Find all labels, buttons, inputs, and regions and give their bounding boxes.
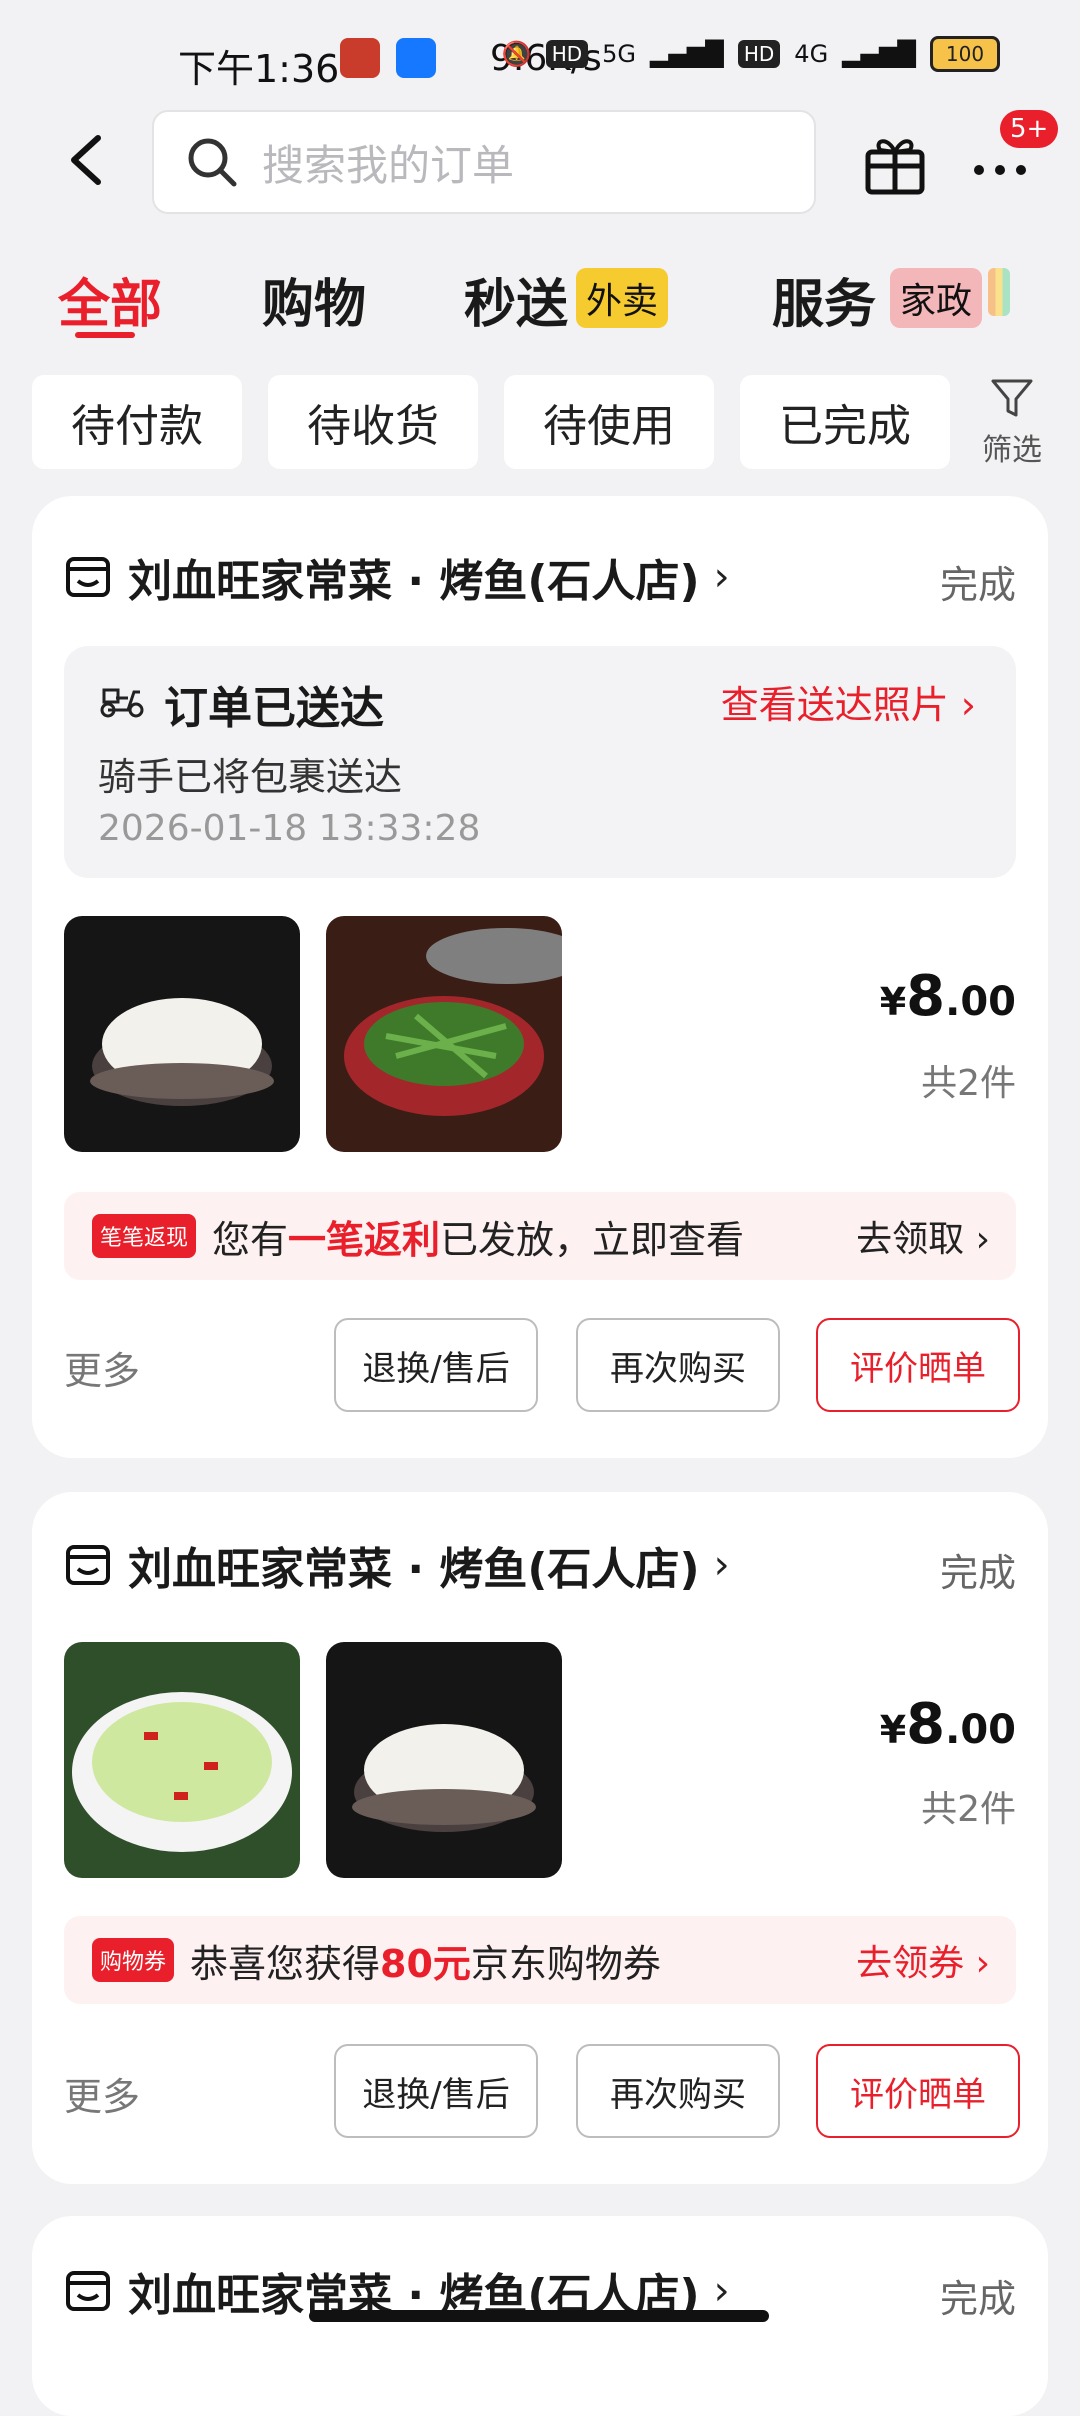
shop-icon — [66, 557, 110, 597]
promo-banner[interactable]: 笔笔返现 您有一笔返利已发放，立即查看 去领取 › — [64, 1192, 1016, 1280]
filter-button-label: 筛选 — [982, 433, 1042, 468]
status-right: 🔕 HD 5G ▂▄▆█ HD 4G ▂▄▆█ 100 — [502, 36, 1000, 72]
promo-action[interactable]: 去领券 › — [856, 1934, 990, 1986]
promo-tag: 购物券 — [92, 1938, 175, 1982]
status-time: 下午1:36 — [178, 47, 340, 91]
promo-action-label: 去领取 — [856, 1219, 965, 1260]
hd-badge-2: HD — [737, 40, 781, 68]
product-thumb-cabbage[interactable] — [64, 1642, 300, 1878]
shop-icon — [66, 1545, 110, 1585]
filter-completed[interactable]: 已完成 — [740, 375, 950, 469]
filter-button[interactable]: 筛选 — [972, 375, 1052, 469]
promo-banner[interactable]: 购物券 恭喜您获得80元京东购物券 去领券 › — [64, 1916, 1016, 2004]
order-status: 完成 — [939, 563, 1016, 607]
after-sale-button[interactable]: 退换/售后 — [334, 2044, 538, 2138]
signal-4g: 4G — [794, 40, 829, 68]
shop-name: 刘血旺家常菜 · 烤鱼(石人店) — [128, 1544, 700, 1595]
filter-pending-payment[interactable]: 待付款 — [32, 375, 242, 469]
delivery-time: 2026-01-18 13:33:28 — [98, 808, 481, 849]
promo-text-post: 已发放，立即查看 — [440, 1217, 745, 1262]
tab-active-indicator — [75, 332, 135, 338]
item-count: 共2件 — [921, 1063, 1016, 1104]
product-thumb-greens[interactable] — [326, 916, 562, 1152]
review-button[interactable]: 评价晒单 — [816, 2044, 1020, 2138]
top-bar: 搜索我的订单 5+ — [0, 110, 1080, 220]
chevron-right-icon: › — [713, 2268, 730, 2314]
search-placeholder: 搜索我的订单 — [262, 140, 515, 190]
mute-icon: 🔕 — [501, 40, 532, 68]
promo-text: 恭喜您获得80元京东购物券 — [190, 1933, 661, 1988]
more-link[interactable]: 更多 — [64, 2066, 140, 2121]
delivery-title: 订单已送达 — [164, 683, 384, 734]
filter-icon — [991, 379, 1033, 417]
hd-badge: HD — [545, 40, 589, 68]
delivery-photo-label: 查看送达照片 — [720, 683, 949, 727]
status-filters: 待付款 待收货 待使用 已完成 筛选 — [0, 375, 1080, 469]
order-card[interactable]: 刘血旺家常菜 · 烤鱼(石人店) › 完成 订单已送达 查看送达照片 › 骑手已… — [32, 496, 1048, 1458]
filter-pending-use[interactable]: 待使用 — [504, 375, 714, 469]
price-symbol: ¥ — [879, 980, 907, 1024]
price-integer: 8 — [906, 1692, 946, 1757]
more-link[interactable]: 更多 — [64, 1340, 140, 1395]
order-card[interactable]: 刘血旺家常菜 · 烤鱼(石人店) › 完成 ¥8.00 共2件 购物券 恭喜您获… — [32, 1492, 1048, 2184]
order-price: ¥8.00 — [880, 964, 1016, 1029]
notification-badge: 5+ — [1000, 110, 1059, 148]
promo-text-highlight: 一笔返利 — [288, 1217, 441, 1262]
promo-action[interactable]: 去领取 › — [856, 1210, 990, 1262]
order-status: 完成 — [939, 1551, 1016, 1595]
tab-service[interactable]: 服务 — [772, 262, 876, 337]
promo-text: 您有一笔返利已发放，立即查看 — [212, 1209, 744, 1264]
order-status: 完成 — [939, 2277, 1016, 2321]
shop-name: 刘血旺家常菜 · 烤鱼(石人店) — [128, 556, 700, 607]
alipay-icon — [396, 38, 436, 78]
shop-icon — [66, 2271, 110, 2311]
promo-text-pre: 您有 — [212, 1217, 289, 1262]
rebuy-button[interactable]: 再次购买 — [576, 2044, 780, 2138]
shop-row[interactable]: 刘血旺家常菜 · 烤鱼(石人店) › — [64, 1530, 1016, 1600]
battery-icon: 100 — [930, 36, 1000, 72]
filter-pending-receipt[interactable]: 待收货 — [268, 375, 478, 469]
tab-instant[interactable]: 秒送 — [464, 262, 568, 337]
delivery-info[interactable]: 订单已送达 查看送达照片 › 骑手已将包裹送达 2026-01-18 13:33… — [64, 646, 1016, 878]
product-thumb-rice[interactable] — [64, 916, 300, 1152]
signal-bars-icon: ▂▄▆█ — [650, 40, 724, 68]
search-bar[interactable]: 搜索我的订单 — [152, 110, 816, 214]
promo-text-highlight: 80元 — [380, 1941, 471, 1986]
tab-shopping[interactable]: 购物 — [262, 262, 366, 337]
price-symbol: ¥ — [879, 1708, 907, 1752]
back-icon[interactable] — [60, 130, 120, 190]
app-notification-icon — [340, 38, 380, 78]
order-tabs: 全部 购物 秒送 外卖 服务 家政 — [0, 250, 1080, 340]
search-icon — [188, 138, 237, 187]
chevron-right-icon: › — [713, 554, 730, 600]
tab-all[interactable]: 全部 — [58, 262, 162, 337]
rebuy-button[interactable]: 再次购买 — [576, 1318, 780, 1412]
delivery-photo-link[interactable]: 查看送达照片 › — [721, 674, 976, 729]
review-button[interactable]: 评价晒单 — [816, 1318, 1020, 1412]
after-sale-button[interactable]: 退换/售后 — [334, 1318, 538, 1412]
scooter-icon — [100, 688, 144, 718]
product-thumb-rice[interactable] — [326, 1642, 562, 1878]
promo-tag: 笔笔返现 — [92, 1214, 197, 1258]
price-decimal: .00 — [945, 1707, 1016, 1753]
chevron-right-icon: › — [713, 1542, 730, 1588]
item-count: 共2件 — [921, 1789, 1016, 1830]
order-price: ¥8.00 — [880, 1692, 1016, 1757]
status-bar: 下午1:36 9.6K/s 🔕 HD 5G ▂▄▆█ HD 4G ▂▄▆█ 10… — [0, 0, 1080, 110]
price-integer: 8 — [906, 964, 946, 1029]
promo-text-pre: 恭喜您获得 — [190, 1941, 381, 1986]
promo-action-label: 去领券 — [856, 1943, 965, 1984]
promo-text-post: 京东购物券 — [470, 1941, 661, 1986]
gift-icon[interactable] — [860, 128, 930, 198]
home-indicator[interactable] — [309, 2310, 769, 2322]
tab-service-tag-stripes — [988, 268, 1010, 316]
signal-5g: 5G — [602, 40, 637, 68]
tab-service-tag: 家政 — [890, 268, 983, 328]
delivery-subtitle: 骑手已将包裹送达 — [98, 755, 403, 799]
tab-instant-tag: 外卖 — [576, 268, 669, 328]
shop-row[interactable]: 刘血旺家常菜 · 烤鱼(石人店) › — [64, 542, 1016, 612]
price-decimal: .00 — [945, 979, 1016, 1025]
signal-bars-icon-2: ▂▄▆█ — [842, 40, 916, 68]
